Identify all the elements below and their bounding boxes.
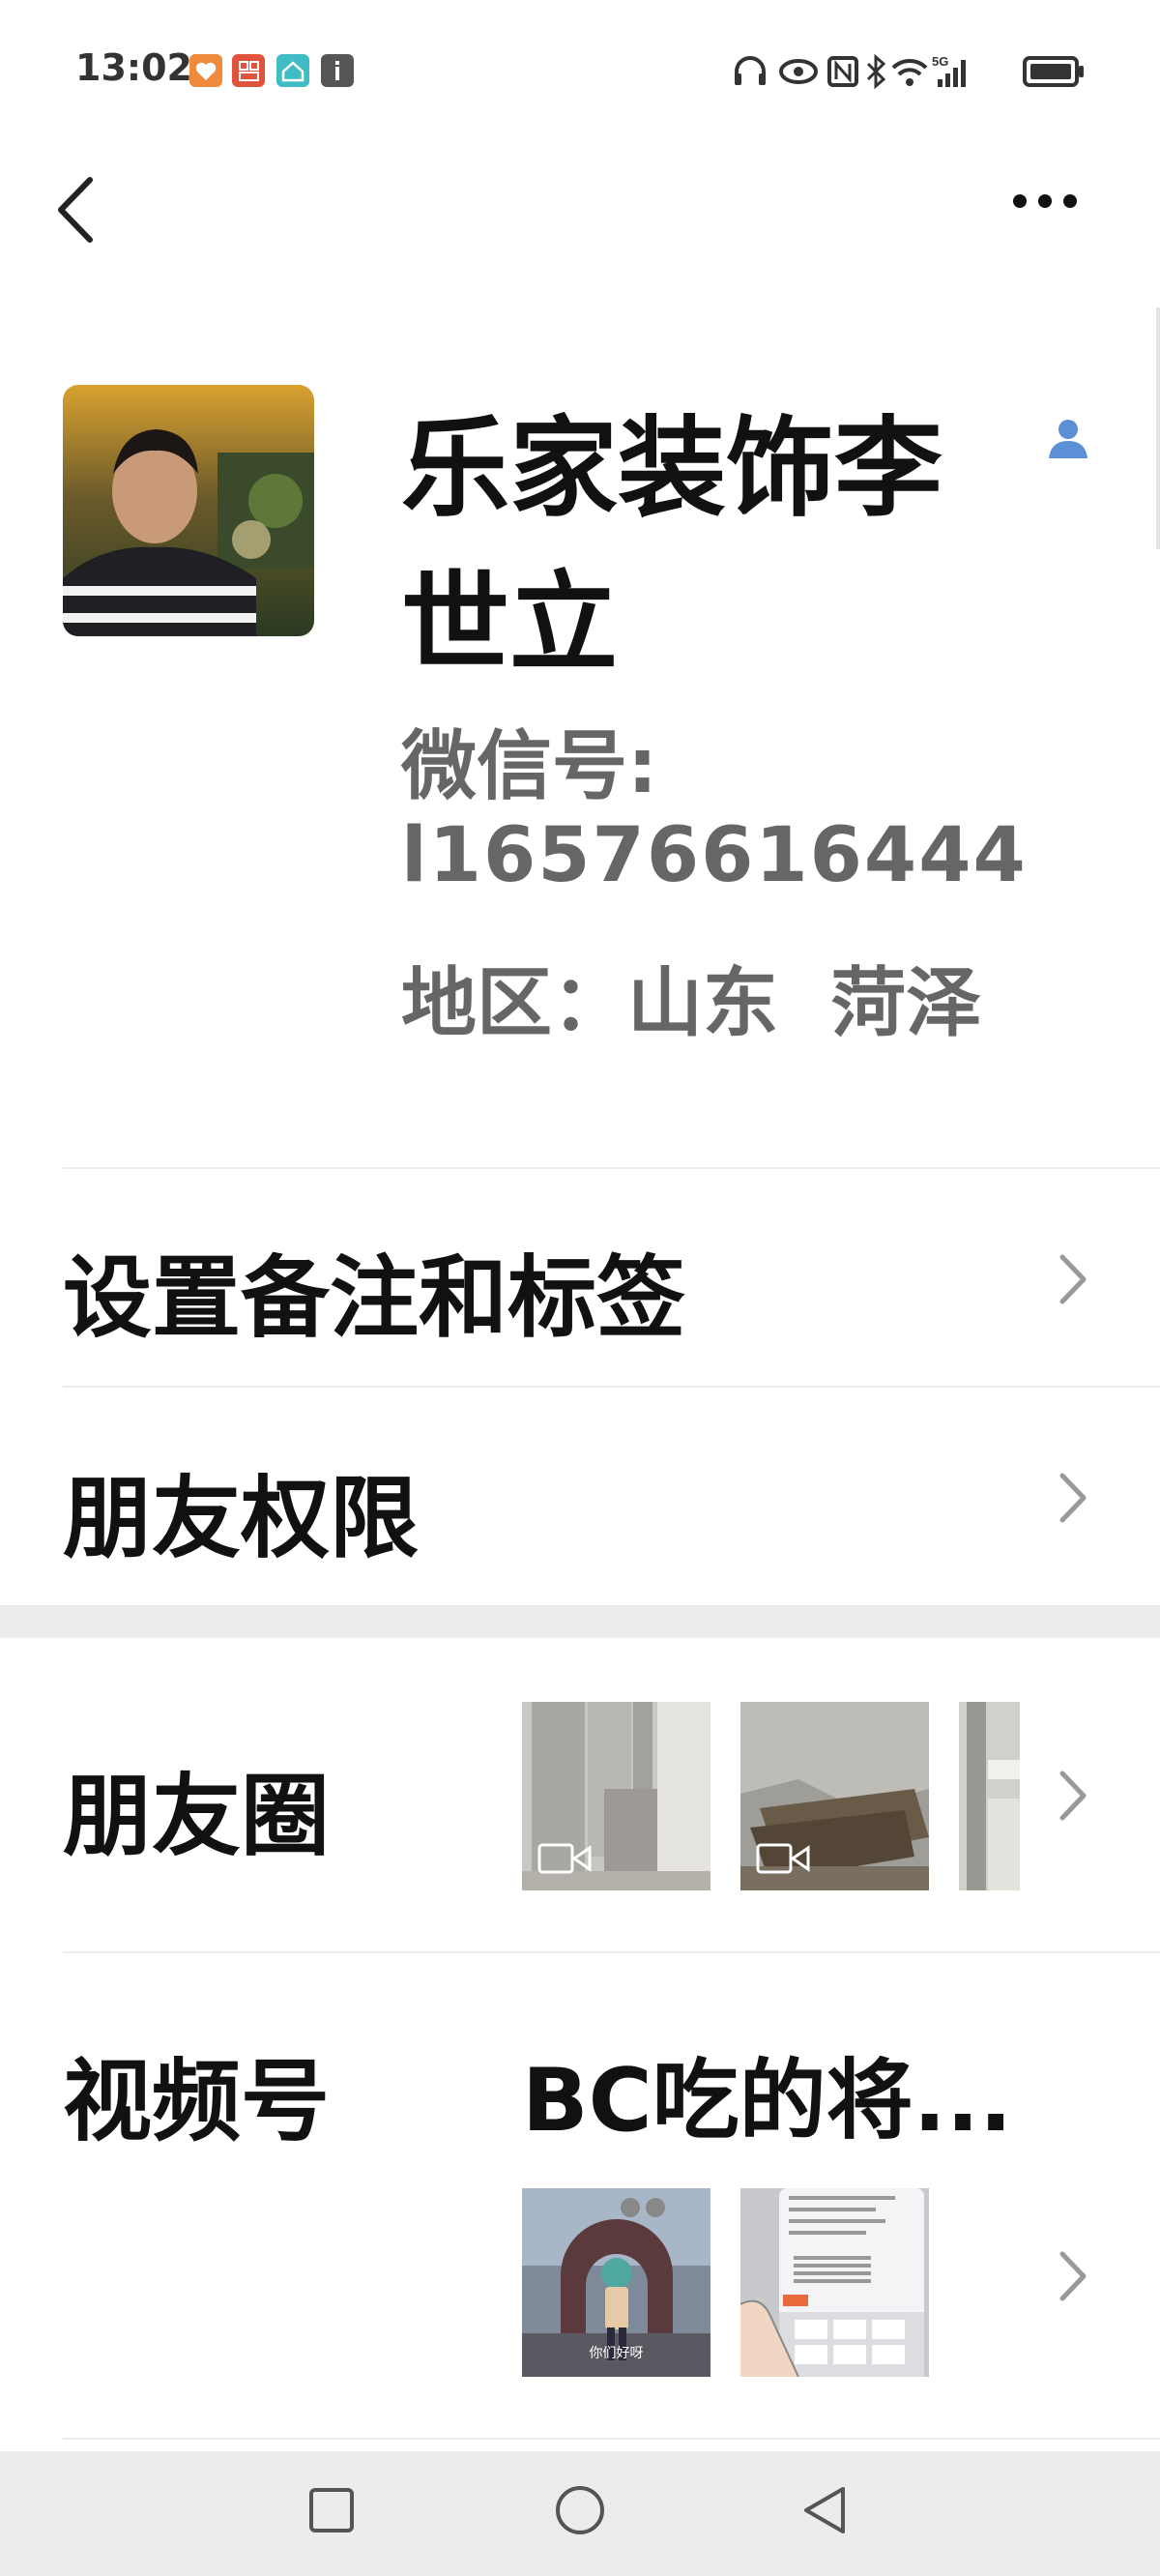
channels-thumbnail[interactable]	[740, 2188, 929, 2377]
divider	[63, 1386, 1160, 1388]
status-bar: 13:02 5G	[0, 0, 1160, 145]
circle-icon	[556, 2486, 604, 2534]
profile-name: 乐家装饰李世立	[401, 406, 942, 687]
channels-title: BC吃的将...	[522, 2050, 1013, 2152]
system-navigation-bar	[0, 2451, 1160, 2576]
back-button[interactable]	[53, 174, 98, 247]
moments-thumbnail[interactable]	[959, 1702, 1020, 1890]
system-back-button[interactable]	[800, 2484, 849, 2540]
chevron-right-icon	[1059, 1771, 1087, 1821]
channels-row[interactable]: 视频号 BC吃的将... 你们好呀	[0, 1954, 1160, 2438]
contact-person-icon	[1047, 416, 1089, 462]
chevron-left-icon	[58, 177, 93, 243]
remark-tags-label: 设置备注和标签	[63, 1246, 686, 1350]
status-right-icons: 5G	[735, 53, 1084, 90]
moments-label: 朋友圈	[63, 1765, 331, 1868]
home-app-icon	[276, 54, 309, 87]
more-options-button[interactable]	[1013, 193, 1077, 212]
home-button[interactable]	[554, 2484, 606, 2540]
channels-label: 视频号	[63, 2050, 331, 2153]
moments-thumbnail[interactable]	[522, 1702, 710, 1890]
square-icon	[309, 2488, 354, 2532]
moments-row[interactable]: 朋友圈	[0, 1638, 1160, 1951]
wechat-id-value: l16576616444	[401, 812, 1028, 899]
moments-thumbnail[interactable]	[740, 1702, 929, 1890]
divider	[63, 2438, 1160, 2440]
chevron-right-icon	[1059, 2251, 1087, 2301]
status-time: 13:02	[75, 46, 192, 89]
grid-app-icon	[232, 54, 265, 87]
divider	[63, 1951, 1160, 1953]
svg-text:5G: 5G	[932, 54, 948, 69]
info-app-icon	[321, 54, 354, 87]
scroll-indicator	[1156, 307, 1160, 549]
friend-permissions-row[interactable]: 朋友权限	[0, 1389, 1160, 1605]
triangle-back-icon	[804, 2487, 845, 2533]
friend-permissions-label: 朋友权限	[63, 1467, 420, 1570]
divider	[63, 1167, 1160, 1169]
avatar[interactable]	[63, 385, 314, 636]
channels-thumbnail-caption: 你们好呀	[589, 2346, 644, 2361]
heart-app-icon	[189, 54, 222, 87]
more-dots-icon	[1013, 193, 1077, 212]
wechat-id-label: 微信号:	[401, 723, 658, 810]
chevron-right-icon	[1059, 1254, 1087, 1304]
channels-thumbnail[interactable]: 你们好呀	[522, 2188, 710, 2377]
recent-apps-button[interactable]	[307, 2486, 356, 2538]
video-icon	[756, 1843, 810, 1874]
region-text: 地区：山东 菏泽	[401, 960, 982, 1047]
section-gap	[0, 1605, 1160, 1638]
remark-tags-row[interactable]: 设置备注和标签	[0, 1170, 1160, 1388]
chevron-right-icon	[1059, 1473, 1087, 1523]
video-icon	[537, 1843, 592, 1874]
